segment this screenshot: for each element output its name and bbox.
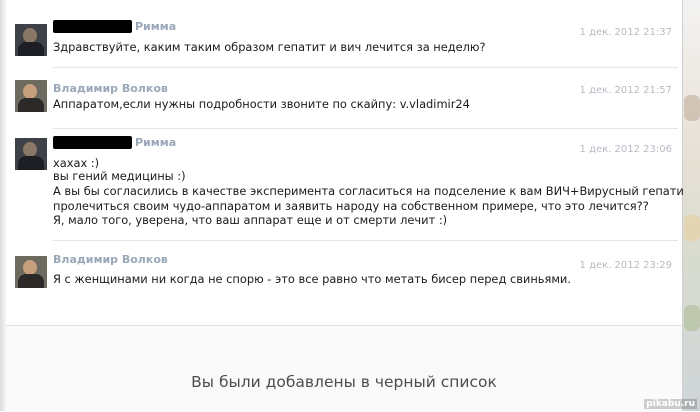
message-author[interactable]: Владимир Волков <box>53 82 168 95</box>
message-text-line: Аппаратом,если нужны подробности звоните… <box>53 97 470 111</box>
blacklist-footer: Вы были добавлены в черный список <box>6 325 682 412</box>
message-text-line: вы гений медицины :) <box>53 169 186 183</box>
message-date: 1 дек. 2012 23:06 <box>579 144 672 155</box>
avatar[interactable] <box>15 24 47 56</box>
message-date: 1 дек. 2012 21:37 <box>579 27 672 38</box>
message-text-line: Здравствуйте, каким таким образом гепати… <box>53 40 486 54</box>
message-date: 1 дек. 2012 23:29 <box>579 260 672 271</box>
message-date: 1 дек. 2012 21:57 <box>579 85 672 96</box>
message-item: Римма 1 дек. 2012 23:06 хахах :) вы гени… <box>6 128 700 240</box>
avatar[interactable] <box>15 138 47 170</box>
message-text-line: Я, мало того, уверена, что ваш аппарат е… <box>53 213 448 227</box>
avatar[interactable] <box>15 80 47 112</box>
redacted-name-bar <box>53 136 132 149</box>
avatar[interactable] <box>15 256 47 288</box>
message-author[interactable]: Римма <box>135 20 176 33</box>
message-text-line: пролечиться своим чудо-аппаратом и заяви… <box>53 199 649 213</box>
blacklist-notice: Вы были добавлены в черный список <box>191 373 497 391</box>
background-page-strip <box>683 0 700 411</box>
message-item: Владимир Волков 1 дек. 2012 23:29 Я с же… <box>6 240 682 300</box>
message-text-line: Я с женщинами ни когда не спорю - это вс… <box>53 272 571 286</box>
message-item: Владимир Волков 1 дек. 2012 21:57 Аппара… <box>6 68 682 128</box>
redacted-name-bar <box>53 20 132 33</box>
message-text-line: А вы бы согласились в качестве экспериме… <box>53 184 700 198</box>
message-author[interactable]: Римма <box>135 136 176 149</box>
message-item: Римма 1 дек. 2012 21:37 Здравствуйте, ка… <box>6 0 682 68</box>
background-decoration <box>684 305 700 331</box>
message-author[interactable]: Владимир Волков <box>53 253 168 266</box>
background-decoration <box>684 95 700 121</box>
background-decoration <box>684 215 700 241</box>
watermark-text: pikabu.ru <box>644 399 697 409</box>
